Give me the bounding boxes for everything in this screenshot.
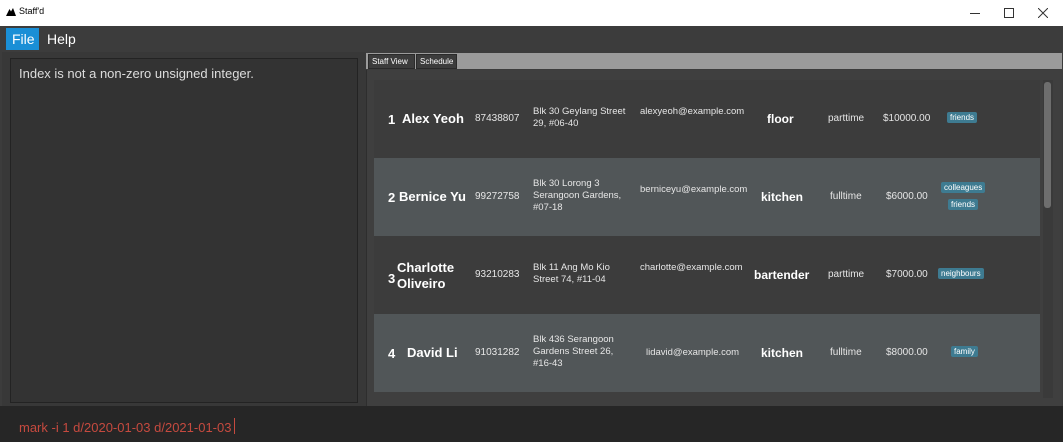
minimize-button[interactable] xyxy=(958,0,992,26)
close-button[interactable] xyxy=(1026,0,1060,26)
result-display[interactable]: Index is not a non-zero unsigned integer… xyxy=(10,58,358,403)
staff-address: Blk 30 Lorong 3 Serangoon Gardens, #07-1… xyxy=(533,178,622,213)
staff-tag: neighbours xyxy=(938,268,984,279)
staff-phone: 87438807 xyxy=(475,113,520,124)
staff-role: kitchen xyxy=(761,346,804,360)
staff-tag: family xyxy=(951,346,978,357)
text-caret xyxy=(234,418,235,434)
staff-index: 4 xyxy=(388,346,396,361)
minimize-icon xyxy=(970,13,980,14)
tab-bar: Staff View Schedule xyxy=(366,53,1062,69)
staff-phone: 99272758 xyxy=(475,191,520,202)
staff-salary: $7000.00 xyxy=(886,269,928,280)
staff-card[interactable]: 2 Bernice Yu 99272758 Blk 30 Lorong 3 Se… xyxy=(374,158,1040,236)
staff-card[interactable]: 4 David Li 91031282 Blk 436 Serangoon Ga… xyxy=(374,314,1040,392)
staff-name: Charlotte Oliveiro xyxy=(397,260,455,291)
tab-schedule[interactable]: Schedule xyxy=(416,54,457,69)
staff-name: Alex Yeoh xyxy=(402,111,464,126)
staff-email: berniceyu@example.com xyxy=(640,184,748,195)
menu-file[interactable]: File xyxy=(6,28,39,50)
staff-index: 1 xyxy=(388,112,396,127)
staff-employment-type: parttime xyxy=(828,269,865,280)
title-bar: Staff'd xyxy=(0,0,1063,26)
staff-index: 3 xyxy=(388,271,396,286)
staff-employment-type: fulltime xyxy=(830,191,862,202)
maximize-icon xyxy=(1004,8,1014,18)
result-message: Index is not a non-zero unsigned integer… xyxy=(19,66,254,81)
staff-name: David Li xyxy=(407,345,458,360)
staff-email: alexyeoh@example.com xyxy=(640,106,745,117)
staff-tag: friends xyxy=(948,199,979,210)
staff-tag: friends xyxy=(947,112,978,123)
staff-address: Blk 436 Serangoon Gardens Street 26, #16… xyxy=(533,334,614,369)
tab-staff-view[interactable]: Staff View xyxy=(368,54,415,69)
staff-role: floor xyxy=(767,112,794,126)
staff-employment-type: fulltime xyxy=(830,347,862,358)
maximize-button[interactable] xyxy=(992,0,1026,26)
staff-role: bartender xyxy=(754,268,810,282)
staff-salary: $6000.00 xyxy=(886,191,928,202)
staff-index: 2 xyxy=(388,190,396,205)
staff-tag: colleagues xyxy=(941,182,986,193)
staff-address: Blk 30 Geylang Street 29, #06-40 xyxy=(533,106,626,129)
staff-name: Bernice Yu xyxy=(399,189,466,204)
staff-email: charlotte@example.com xyxy=(640,262,743,273)
close-icon xyxy=(1038,8,1048,18)
staff-card[interactable]: 3 Charlotte Oliveiro 93210283 Blk 11 Ang… xyxy=(374,236,1040,314)
command-input[interactable]: mark -i 1 d/2020-01-03 d/2021-01-03 xyxy=(19,420,231,435)
menu-bar: File Help xyxy=(0,26,1063,52)
staff-list-scrollbar[interactable] xyxy=(1043,80,1053,398)
command-box[interactable]: mark -i 1 d/2020-01-03 d/2021-01-03 xyxy=(0,406,1063,442)
staff-employment-type: parttime xyxy=(828,113,865,124)
staff-email: lidavid@example.com xyxy=(646,347,740,358)
mountain-icon xyxy=(6,8,16,16)
staff-list: 1 Alex Yeoh 87438807 Blk 30 Geylang Stre… xyxy=(374,80,1040,398)
scrollbar-thumb[interactable] xyxy=(1044,82,1051,208)
staff-card[interactable]: 1 Alex Yeoh 87438807 Blk 30 Geylang Stre… xyxy=(374,80,1040,158)
menu-help[interactable]: Help xyxy=(41,28,82,50)
staff-phone: 91031282 xyxy=(475,347,520,358)
staff-salary: $8000.00 xyxy=(886,347,928,358)
staff-address: Blk 11 Ang Mo Kio Street 74, #11-04 xyxy=(533,262,610,285)
window-title: Staff'd xyxy=(19,6,45,16)
staff-salary: $10000.00 xyxy=(883,113,931,124)
staff-phone: 93210283 xyxy=(475,269,520,280)
staff-role: kitchen xyxy=(761,190,804,204)
